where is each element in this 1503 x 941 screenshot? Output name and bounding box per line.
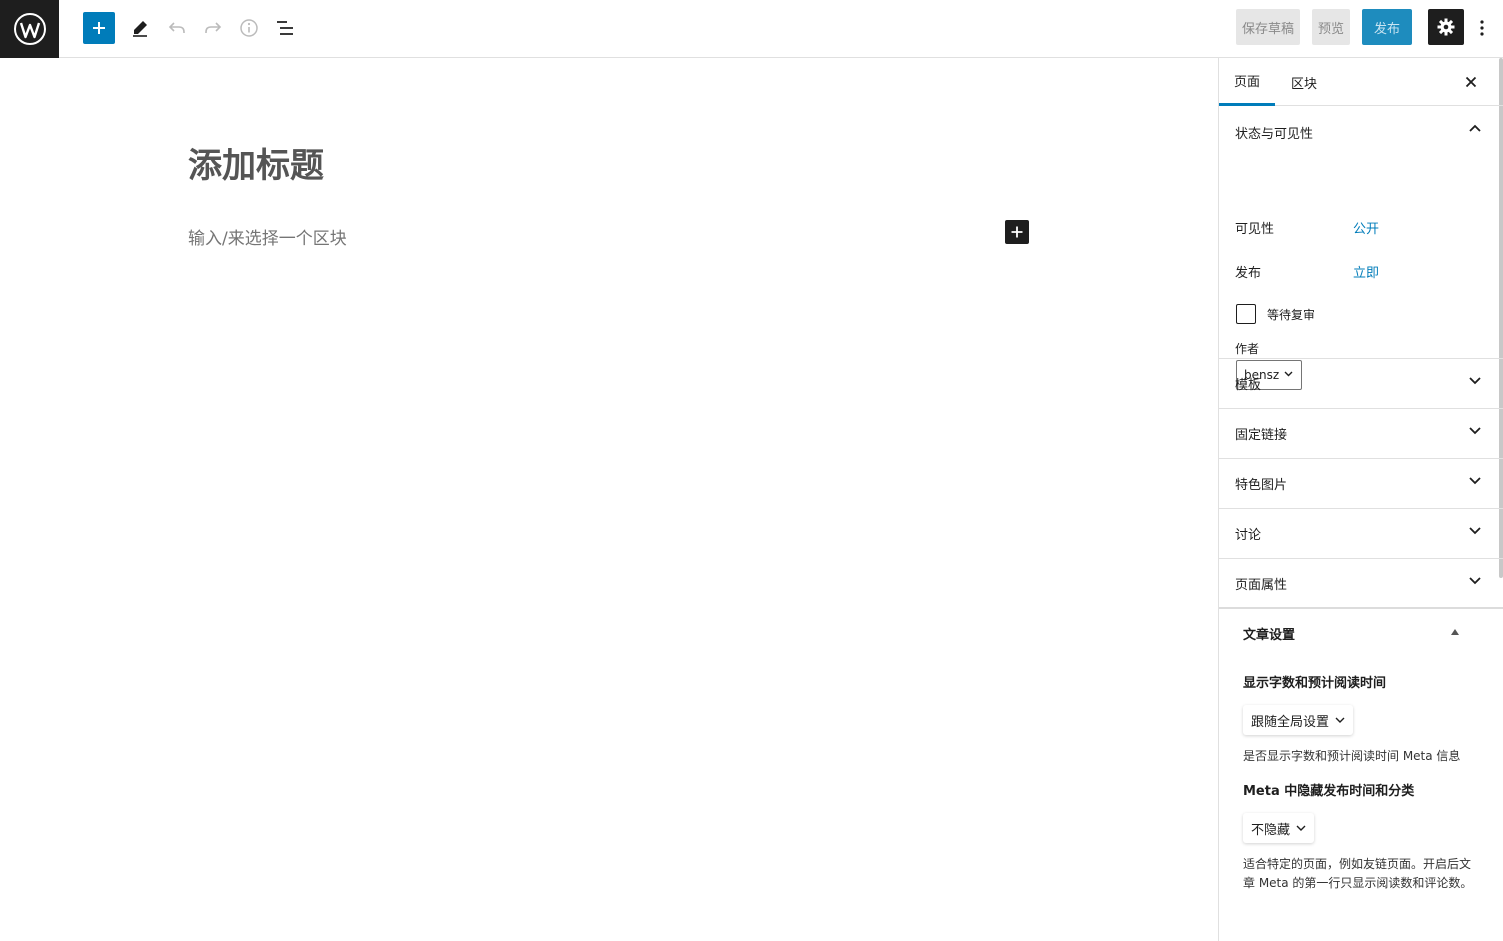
hide-meta-select[interactable]: 不隐藏 [1243, 813, 1315, 843]
panel-permalink-label: 固定链接 [1235, 428, 1288, 443]
hide-meta-description: 适合特定的页面，例如友链页面。开启后文章 Meta 的第一行只显示阅读数和评论数… [1243, 857, 1473, 890]
inline-add-block-button[interactable] [1005, 220, 1029, 244]
add-block-button[interactable] [83, 12, 115, 44]
word-count-description: 是否显示字数和预计阅读时间 Meta 信息 [1243, 749, 1461, 763]
publish-label: 发布 [1235, 266, 1262, 281]
status-visibility-panel: 状态与可见性 可见性 公开 发布 立即 等待复审 作者 bensz [1219, 106, 1503, 390]
panel-discussion-label: 讨论 [1235, 528, 1262, 543]
more-vertical-icon [1480, 20, 1484, 36]
tab-block[interactable]: 区块 [1291, 58, 1317, 106]
settings-sidebar: 页面 区块 状态与可见性 可见性 公开 发布 立即 等待复审 作者 bensz … [1218, 58, 1503, 941]
redo-icon [205, 22, 222, 33]
list-view-icon [277, 21, 293, 35]
panel-page-attributes[interactable]: 页面属性 [1219, 559, 1503, 609]
panel-featured-image-label: 特色图片 [1235, 478, 1288, 493]
chevron-down-icon [1335, 717, 1345, 723]
chevron-down-icon [1469, 477, 1481, 485]
pencil-icon [133, 21, 147, 37]
publish-date-link[interactable]: 立即 [1353, 262, 1379, 281]
chevron-down-icon [1469, 527, 1481, 535]
pending-review-checkbox[interactable] [1236, 304, 1256, 324]
sidebar-tabs: 页面 区块 [1219, 58, 1503, 106]
chevron-down-icon [1469, 377, 1481, 385]
close-sidebar-button[interactable] [1459, 70, 1483, 94]
word-count-option-title: 显示字数和预计阅读时间 [1243, 676, 1387, 691]
list-view-button[interactable] [269, 12, 301, 44]
panel-featured-image[interactable]: 特色图片 [1219, 459, 1503, 509]
edit-mode-button[interactable] [124, 12, 156, 44]
undo-icon [168, 22, 185, 33]
panel-template-label: 模板 [1235, 378, 1262, 393]
preview-button[interactable]: 预览 [1312, 9, 1350, 45]
pending-review-label[interactable]: 等待复审 [1267, 306, 1315, 323]
visibility-label: 可见性 [1235, 222, 1275, 237]
chevron-down-icon [1296, 825, 1306, 831]
plus-icon [93, 22, 105, 34]
word-count-select[interactable]: 跟随全局设置 [1243, 705, 1354, 735]
post-settings-metabox: 文章设置 显示字数和预计阅读时间 跟随全局设置 是否显示字数和预计阅读时间 Me… [1219, 609, 1503, 893]
settings-button[interactable] [1428, 9, 1464, 45]
panel-template[interactable]: 模板 [1219, 359, 1503, 409]
block-placeholder[interactable]: 输入/来选择一个区块 [188, 224, 347, 249]
chevron-down-icon [1469, 427, 1481, 435]
info-icon [240, 19, 258, 37]
save-draft-button[interactable]: 保存草稿 [1236, 9, 1300, 45]
plus-icon [1011, 226, 1023, 238]
more-options-button[interactable] [1470, 12, 1494, 44]
status-visibility-title[interactable]: 状态与可见性 [1235, 123, 1313, 142]
panel-permalink[interactable]: 固定链接 [1219, 409, 1503, 459]
panel-discussion[interactable]: 讨论 [1219, 509, 1503, 559]
panel-page-attributes-label: 页面属性 [1235, 577, 1288, 593]
wordpress-logo-icon[interactable] [0, 0, 59, 58]
hide-meta-select-value: 不隐藏 [1251, 822, 1291, 838]
undo-button[interactable] [161, 12, 193, 44]
word-count-select-value: 跟随全局设置 [1251, 714, 1330, 730]
gear-icon [1437, 18, 1455, 36]
publish-button[interactable]: 发布 [1362, 9, 1412, 45]
visibility-value-link[interactable]: 公开 [1353, 218, 1379, 237]
collapse-triangle-icon[interactable] [1451, 629, 1459, 635]
chevron-up-icon[interactable] [1469, 124, 1481, 132]
tab-page[interactable]: 页面 [1219, 58, 1275, 106]
editor-header: 保存草稿 预览 发布 [0, 0, 1503, 58]
author-label: 作者 [1235, 342, 1260, 356]
redo-button[interactable] [197, 12, 229, 44]
hide-meta-option-title: Meta 中隐藏发布时间和分类 [1243, 784, 1415, 799]
post-settings-header[interactable]: 文章设置 [1243, 609, 1479, 657]
editor-canvas: 添加标题 输入/来选择一个区块 [0, 58, 1218, 941]
details-button[interactable] [233, 12, 265, 44]
post-settings-title: 文章设置 [1243, 627, 1296, 643]
chevron-down-icon [1469, 577, 1481, 585]
close-icon [1465, 76, 1477, 88]
post-title-input[interactable]: 添加标题 [188, 138, 324, 187]
